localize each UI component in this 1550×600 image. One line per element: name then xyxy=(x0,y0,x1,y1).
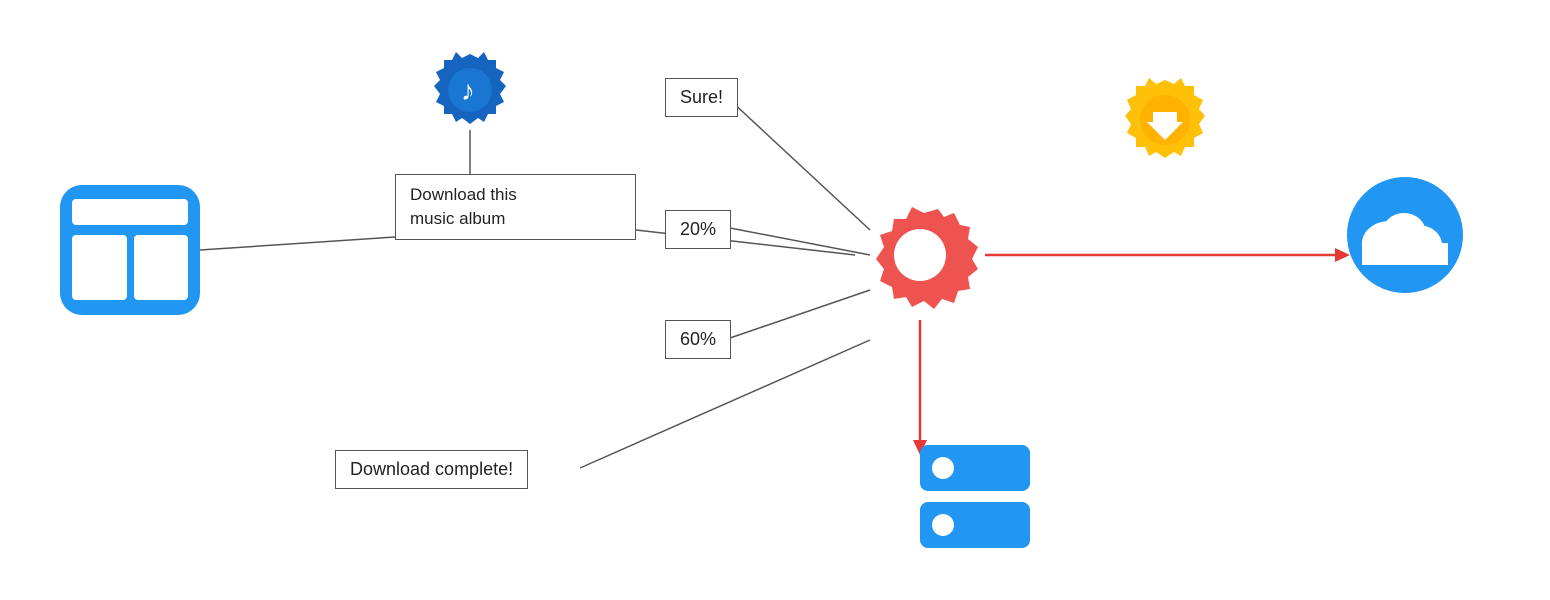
gear-icon xyxy=(855,190,985,320)
sure-message: Sure! xyxy=(665,78,738,117)
download-complete-message: Download complete! xyxy=(335,450,528,489)
browser-icon xyxy=(60,185,200,315)
storage-dot-2 xyxy=(932,514,954,536)
svg-text:♪: ♪ xyxy=(461,75,475,106)
music-badge-icon: ♪ xyxy=(430,50,510,130)
download-badge-icon xyxy=(1120,75,1210,165)
progress-60-message: 60% xyxy=(665,320,731,359)
storage-icon-1 xyxy=(920,445,1030,491)
diagram-canvas: ♪ Download thismusic album Sure! 20% 60%… xyxy=(0,0,1550,600)
storage-dot-1 xyxy=(932,457,954,479)
download-album-message: Download thismusic album xyxy=(395,174,636,240)
cloud-icon xyxy=(1340,175,1470,295)
arrows-overlay xyxy=(0,0,1550,600)
storage-icon-2 xyxy=(920,502,1030,548)
progress-20-message: 20% xyxy=(665,210,731,249)
